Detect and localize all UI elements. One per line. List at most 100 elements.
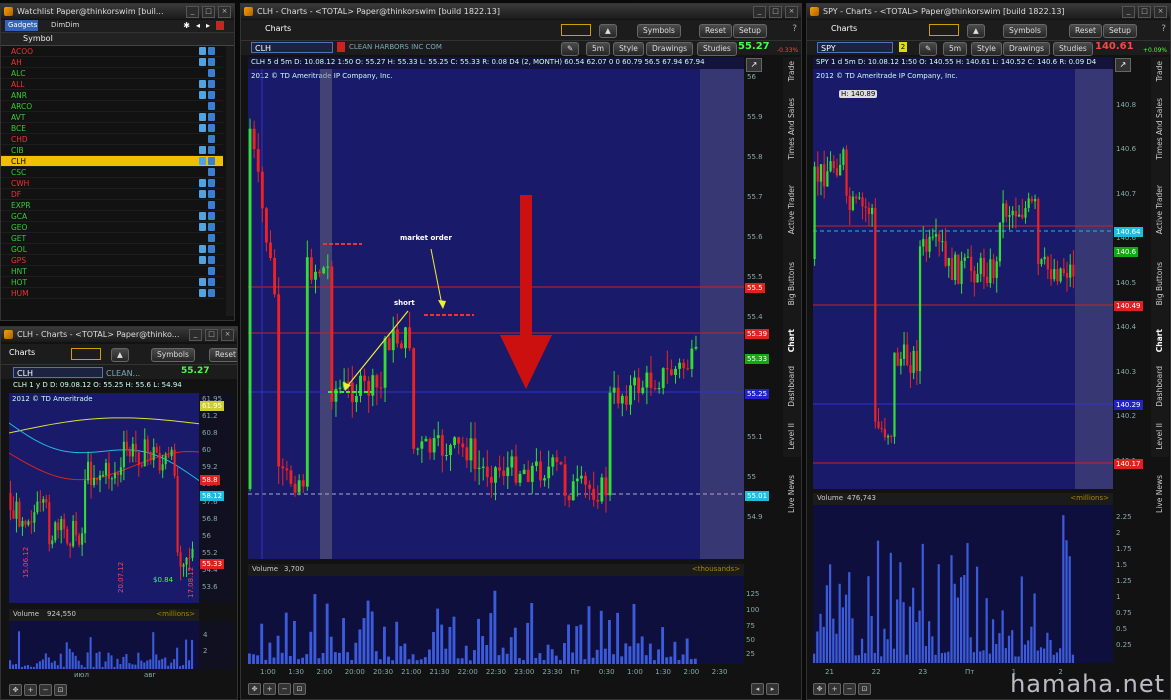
link-color-icon[interactable]: 2 <box>899 42 907 52</box>
info-icon[interactable] <box>199 146 206 154</box>
symbols-button[interactable]: Symbols <box>637 24 681 38</box>
watchlist-row[interactable]: ANR <box>1 90 223 101</box>
info-icon[interactable] <box>199 212 206 220</box>
side-tab-live-news[interactable]: Live News <box>787 475 796 513</box>
phone-icon[interactable] <box>208 256 215 264</box>
phone-icon[interactable] <box>208 278 215 286</box>
phone-icon[interactable] <box>208 179 215 187</box>
watchlist-row[interactable]: CIB <box>1 145 223 156</box>
studies-button[interactable]: Studies <box>697 42 737 56</box>
watchlist-row[interactable]: AVT <box>1 112 223 123</box>
reset-button[interactable]: Reset <box>1069 24 1102 38</box>
help-icon[interactable]: ? <box>792 24 797 34</box>
zoom-out-icon[interactable]: − <box>278 683 291 695</box>
side-tab-times-and-sales[interactable]: Times And Sales <box>1155 98 1164 160</box>
pan-icon[interactable]: ✥ <box>813 683 826 695</box>
watchlist-row[interactable]: EXPR <box>1 200 223 211</box>
draw-tools-icon[interactable]: ✎ <box>919 42 938 56</box>
pin-icon[interactable]: ▲ <box>111 348 129 362</box>
side-tab-active-trader[interactable]: Active Trader <box>1155 185 1164 234</box>
charts-tab[interactable]: Charts <box>9 348 35 357</box>
main-chart-titlebar[interactable]: CLH - Charts - <TOTAL> Paper@thinkorswim… <box>241 4 801 19</box>
symbol-input[interactable]: SPY <box>817 42 893 53</box>
charts-tab[interactable]: Charts <box>265 24 291 33</box>
side-tab-active-trader[interactable]: Active Trader <box>787 185 796 234</box>
close-button[interactable]: × <box>1154 6 1167 18</box>
phone-icon[interactable] <box>208 47 215 55</box>
phone-icon[interactable] <box>208 124 215 132</box>
info-icon[interactable] <box>199 80 206 88</box>
phone-icon[interactable] <box>208 146 215 154</box>
watchlist-row[interactable]: GCA <box>1 211 223 222</box>
draw-tools-icon[interactable]: ✎ <box>561 42 580 56</box>
info-icon[interactable] <box>199 124 206 132</box>
watchlist-row[interactable]: HUM <box>1 288 223 299</box>
watchlist-row[interactable]: ARCO <box>1 101 223 112</box>
maximize-button[interactable]: □ <box>202 6 215 18</box>
help-icon[interactable]: ? <box>1161 24 1166 34</box>
style-button[interactable]: Style <box>971 42 1002 56</box>
zoom-in-icon[interactable]: + <box>263 683 276 695</box>
pin-icon[interactable]: ▲ <box>599 24 617 38</box>
phone-icon[interactable] <box>208 113 215 121</box>
watchlist-row[interactable]: ALC <box>1 68 223 79</box>
drawings-button[interactable]: Drawings <box>646 42 694 56</box>
minimize-button[interactable]: _ <box>189 329 202 341</box>
phone-icon[interactable] <box>208 91 215 99</box>
zoom-out-icon[interactable]: − <box>39 684 52 696</box>
info-icon[interactable] <box>199 179 206 187</box>
spy-price-plot[interactable]: 2012 © TD Ameritrade IP Company, Inc. H:… <box>813 69 1113 489</box>
main-volume-plot[interactable] <box>248 576 744 664</box>
watchlist-row[interactable]: ACOO <box>1 46 223 57</box>
studies-button[interactable]: Studies <box>1053 42 1093 56</box>
scroll-right-icon[interactable]: ▸ <box>766 683 779 695</box>
info-icon[interactable] <box>199 47 206 55</box>
phone-icon[interactable] <box>208 289 215 297</box>
setup-button[interactable]: Setup <box>733 24 767 38</box>
watchlist-row[interactable]: HNT <box>1 266 223 277</box>
info-icon[interactable] <box>199 157 206 165</box>
link-box[interactable] <box>71 348 101 360</box>
symbol-column-header[interactable]: Symbol <box>23 34 53 43</box>
symbol-input[interactable]: CLH <box>251 42 333 53</box>
maximize-button[interactable]: □ <box>769 6 782 18</box>
info-icon[interactable] <box>199 58 206 66</box>
symbols-button[interactable]: Symbols <box>1003 24 1047 38</box>
side-tab-big-buttons[interactable]: Big Buttons <box>1155 262 1164 305</box>
interval-button[interactable]: 5m <box>586 42 611 56</box>
maximize-button[interactable]: □ <box>1138 6 1151 18</box>
watchlist-row[interactable]: GOL <box>1 244 223 255</box>
spy-chart-titlebar[interactable]: SPY - Charts - <TOTAL> Paper@thinkorswim… <box>807 4 1170 19</box>
info-icon[interactable] <box>199 91 206 99</box>
interval-button[interactable]: 5m <box>943 42 968 56</box>
close-button[interactable]: × <box>218 6 231 18</box>
arrow-left-icon[interactable]: ◂ <box>196 21 200 30</box>
symbol-input[interactable]: CLH CLEAN... <box>13 367 140 378</box>
watchlist-row[interactable]: GPS <box>1 255 223 266</box>
minimize-button[interactable]: _ <box>1122 6 1135 18</box>
watchlist-row[interactable]: ALL <box>1 79 223 90</box>
pin-icon[interactable]: ▲ <box>967 24 985 38</box>
phone-icon[interactable] <box>208 157 215 165</box>
phone-icon[interactable] <box>208 234 215 242</box>
side-tab-dashboard[interactable]: Dashboard <box>1155 366 1164 407</box>
small-price-plot[interactable]: 2012 © TD Ameritrade 15.06.12 20.07.12 1… <box>9 393 199 603</box>
info-icon[interactable] <box>199 256 206 264</box>
side-tab-level-ii[interactable]: Level II <box>787 423 796 450</box>
watchlist-titlebar[interactable]: Watchlist Paper@thinkorswim [buil... _ □… <box>1 4 234 19</box>
zoom-out-icon[interactable]: − <box>843 683 856 695</box>
phone-icon[interactable] <box>208 190 215 198</box>
small-volume-plot[interactable] <box>9 621 199 669</box>
phone-icon[interactable] <box>208 212 215 220</box>
phone-icon[interactable] <box>208 69 215 77</box>
watchlist-row[interactable]: CWH <box>1 178 223 189</box>
charts-tab[interactable]: Charts <box>831 24 857 33</box>
zoom-fit-icon[interactable]: ⊡ <box>858 683 871 695</box>
link-box[interactable] <box>929 24 959 36</box>
watchlist-row[interactable]: DF <box>1 189 223 200</box>
info-icon[interactable] <box>199 245 206 253</box>
link-color-icon[interactable] <box>337 42 345 52</box>
scrollbar[interactable] <box>226 46 234 316</box>
arrow-right-icon[interactable]: ▸ <box>206 21 210 30</box>
gadgets-tab[interactable]: Gadgets <box>5 20 38 31</box>
